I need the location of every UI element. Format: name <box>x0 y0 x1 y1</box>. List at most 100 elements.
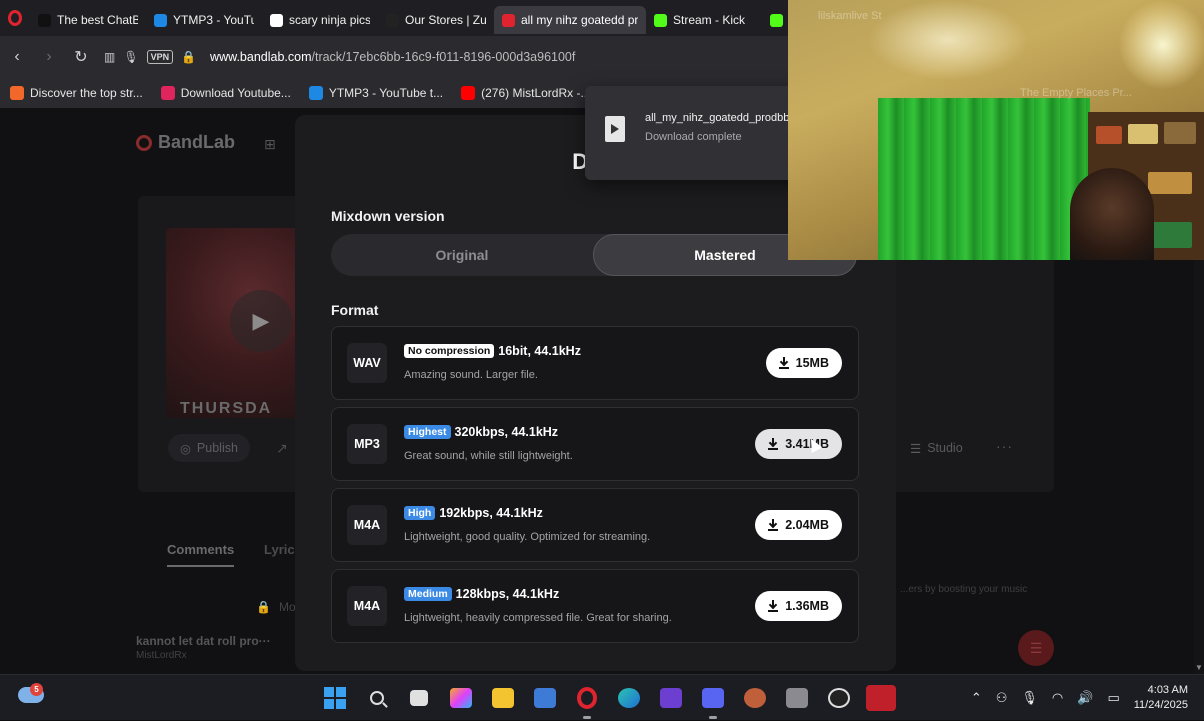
bookmark-item[interactable]: Download Youtube... <box>160 86 291 100</box>
format-spec-line: Highest 320kbps, 44.1kHz <box>404 425 558 439</box>
microphone-tray-icon[interactable]: 🎙 <box>1021 690 1038 706</box>
play-icon[interactable]: ▶ <box>230 290 292 352</box>
publish-button[interactable]: ◎ Publish <box>168 434 250 462</box>
back-button[interactable]: ‹ <box>8 48 26 66</box>
comment-input-hint[interactable]: 🔒 Mo <box>256 600 296 614</box>
apps-grid-icon[interactable]: ⊞ <box>264 136 276 153</box>
boost-note: ...ers by boosting your music <box>900 584 1028 595</box>
bookmark-favicon-icon <box>160 86 175 100</box>
lamp-glow <box>1118 0 1204 90</box>
tab-4[interactable]: Our Stores | Zumi <box>378 6 494 34</box>
recording-app-button[interactable] <box>866 683 896 713</box>
google-icon <box>270 13 283 27</box>
format-description: Lightweight, heavily compressed file. Gr… <box>404 612 672 624</box>
media-app-button[interactable] <box>656 683 686 713</box>
bookmark-item[interactable]: YTMP3 - YouTube t... <box>308 86 444 100</box>
download-button[interactable]: 3.41MB <box>755 429 842 459</box>
url-path: /track/17ebc6bb-16c9-f011-8196-000d3a961… <box>311 50 576 64</box>
taskbar-search-button[interactable] <box>362 683 392 713</box>
forward-button[interactable]: › <box>40 48 58 66</box>
tab-1[interactable]: The best ChatBot <box>30 6 146 34</box>
faint-tab-label: lilskamlive St <box>818 10 882 22</box>
network-devices-icon[interactable]: ⚇ <box>996 690 1008 706</box>
download-button[interactable]: 1.36MB <box>755 591 842 621</box>
chatbot-icon <box>38 13 51 27</box>
weather-badge: 5 <box>30 683 43 696</box>
tab-3[interactable]: scary ninja pics - C <box>262 6 378 34</box>
download-button[interactable]: 2.04MB <box>755 510 842 540</box>
tab-5[interactable]: all my nihz goatedd prod. <box>494 6 646 34</box>
mixdown-label: Mixdown version <box>331 208 445 224</box>
format-description: Lightweight, good quality. Optimized for… <box>404 531 651 543</box>
mail-button[interactable] <box>530 683 560 713</box>
more-options-icon[interactable]: ··· <box>996 438 1013 454</box>
windows-taskbar: 5 ⌃ ⚇ 🎙 ◠ 🔊 ▭ 4:03 AM 11/24/2025 <box>0 674 1204 720</box>
comment-placeholder: Mo <box>278 600 296 614</box>
start-button[interactable] <box>320 683 350 713</box>
tab-label: all my nihz goatedd prod. <box>521 13 638 27</box>
microphone-icon[interactable]: 🎙 <box>123 50 138 64</box>
app-avatar-icon <box>744 688 766 708</box>
volume-icon[interactable]: 🔊 <box>1077 690 1093 706</box>
url-host: www.bandlab.com <box>210 50 312 64</box>
download-icon <box>778 357 789 369</box>
app-avatar-button[interactable] <box>740 683 770 713</box>
bookmark-item[interactable]: (276) MistLordRx -... <box>461 86 590 100</box>
file-size: 15MB <box>795 356 829 370</box>
tab-label: YTMP3 - YouTube <box>173 13 254 27</box>
vpn-badge[interactable]: VPN <box>146 50 174 64</box>
bandlab-icon <box>502 13 515 27</box>
file-explorer-button[interactable] <box>488 683 518 713</box>
opera-taskbar-button[interactable] <box>572 683 602 719</box>
format-row-mp3: MP3 Highest 320kbps, 44.1kHz Great sound, w… <box>331 407 859 481</box>
queue-fab-icon[interactable]: ☰ <box>1018 630 1054 666</box>
download-icon <box>768 600 779 612</box>
tab-lyrics[interactable]: Lyric <box>264 542 295 557</box>
url-field[interactable]: www.bandlab.com/track/17ebc6bb-16c9-f011… <box>210 50 575 64</box>
opera-logo-icon[interactable] <box>0 0 30 36</box>
quality-badge: No compression <box>404 344 495 358</box>
bookmark-favicon-icon <box>10 86 24 100</box>
bookmark-item[interactable]: Discover the top str... <box>10 86 143 100</box>
clock-time: 4:03 AM <box>1147 684 1188 696</box>
tab-label: Stream - Kick <box>673 13 746 27</box>
tab-6[interactable]: Stream - Kick <box>646 6 762 34</box>
task-view-icon <box>410 690 428 706</box>
camera-button[interactable] <box>782 683 812 713</box>
task-view-button[interactable] <box>404 683 434 713</box>
scroll-down-icon[interactable]: ▼ <box>1195 663 1203 672</box>
share-icon[interactable]: ↗ <box>276 440 288 457</box>
mixdown-toggle: Original Mastered <box>331 234 857 276</box>
bandlab-logo[interactable]: BandLab <box>136 132 235 153</box>
discord-button[interactable] <box>698 683 728 719</box>
bookmark-label: YTMP3 - YouTube t... <box>328 86 444 100</box>
studio-button[interactable]: ☰ Studio <box>900 434 973 462</box>
obs-button[interactable] <box>824 683 854 713</box>
bookmark-label: Discover the top str... <box>30 86 143 100</box>
brand-name: BandLab <box>158 132 236 152</box>
format-description: Amazing sound. Larger file. <box>404 369 538 381</box>
battery-icon[interactable]: ▭ <box>1107 690 1119 706</box>
lock-icon[interactable]: 🔒 <box>181 50 196 64</box>
reader-icon[interactable]: ▥ <box>104 50 115 64</box>
camera-icon <box>786 688 808 708</box>
bookmark-label: (276) MistLordRx -... <box>481 86 591 100</box>
show-hidden-icons-icon[interactable]: ⌃ <box>971 690 982 706</box>
mini-player-track[interactable]: kannot let dat roll pro··· MistLordRx <box>136 634 271 661</box>
wifi-icon[interactable]: ◠ <box>1052 690 1063 706</box>
download-status: Download complete <box>645 131 742 143</box>
edge-button[interactable] <box>614 683 644 713</box>
copilot-button[interactable] <box>446 683 476 713</box>
studio-icon: ☰ <box>910 441 922 456</box>
streamer <box>1070 168 1154 260</box>
download-button[interactable]: 15MB <box>765 348 842 378</box>
tab-2[interactable]: YTMP3 - YouTube <box>146 6 262 34</box>
mixdown-option-original[interactable]: Original <box>331 234 593 276</box>
opera-icon <box>577 687 597 709</box>
discord-icon <box>702 688 724 708</box>
clock[interactable]: 4:03 AM 11/24/2025 <box>1134 683 1188 713</box>
bookmark-favicon-icon <box>461 86 476 100</box>
tab-comments[interactable]: Comments <box>167 542 235 567</box>
format-code: M4A <box>347 505 387 545</box>
reload-button[interactable]: ↻ <box>72 47 90 67</box>
